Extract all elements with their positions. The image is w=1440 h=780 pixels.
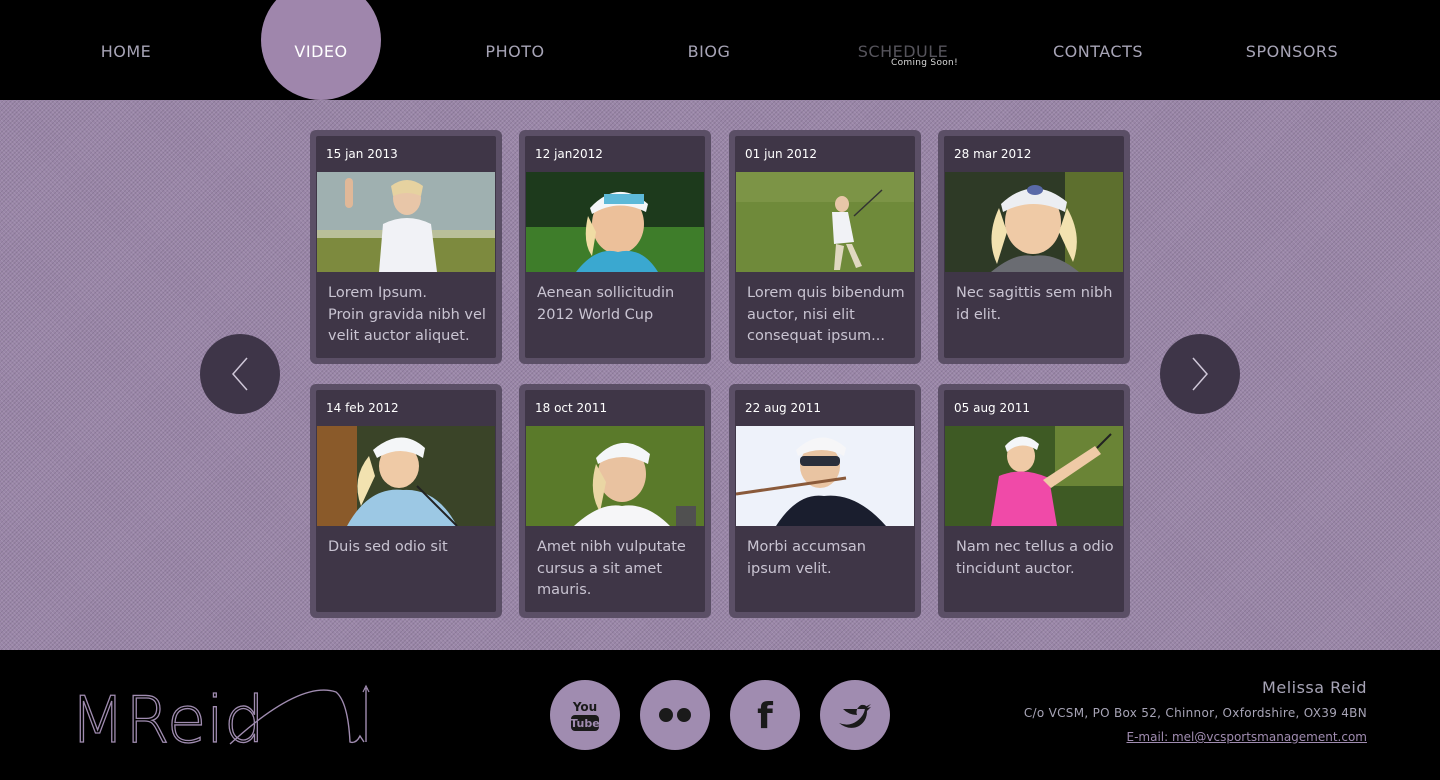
- nav-biog[interactable]: BIOG: [649, 0, 769, 100]
- video-card[interactable]: 15 jan 2013 Lorem Ipsum. Proin gravida n…: [310, 130, 502, 364]
- video-date: 15 jan 2013: [326, 147, 398, 161]
- video-date: 28 mar 2012: [954, 147, 1032, 161]
- svg-text:MReid: MReid: [70, 684, 265, 758]
- next-button[interactable]: [1160, 334, 1240, 414]
- video-card[interactable]: 05 aug 2011 Nam nec tellus a odio tincid…: [938, 384, 1130, 618]
- nav-home[interactable]: HOME: [66, 0, 186, 100]
- video-card[interactable]: 28 mar 2012 Nec sagittis sem nibh id eli…: [938, 130, 1130, 364]
- video-caption: Lorem Ipsum. Proin gravida nibh vel veli…: [328, 285, 486, 344]
- mreid-logo: MReid: [70, 683, 370, 759]
- nav-biog-label: BIOG: [687, 42, 731, 61]
- video-card-inner: 15 jan 2013 Lorem Ipsum. Proin gravida n…: [316, 136, 496, 358]
- nav-video-label: VIDEO: [294, 42, 348, 61]
- video-card[interactable]: 14 feb 2012 Duis sed odio sit: [310, 384, 502, 618]
- video-date: 05 aug 2011: [954, 401, 1031, 415]
- video-card-inner: 22 aug 2011 Morbi accumsan ipsum velit.: [735, 390, 915, 612]
- nav-contacts[interactable]: CONTACTS: [1038, 0, 1158, 100]
- video-card[interactable]: 22 aug 2011 Morbi accumsan ipsum velit.: [729, 384, 921, 618]
- video-date: 14 feb 2012: [326, 401, 399, 415]
- video-caption: Aenean sollicitudin 2012 World Cup: [537, 285, 675, 323]
- footer: MReid You Tube f Melissa Reid C/o VCSM, …: [0, 650, 1440, 780]
- nav-photo[interactable]: PHOTO: [455, 0, 575, 100]
- video-caption: Nec sagittis sem nibh id elit.: [956, 285, 1113, 323]
- video-caption: Morbi accumsan ipsum velit.: [747, 539, 866, 577]
- video-card[interactable]: 01 jun 2012 Lorem quis bibendum auctor, …: [729, 130, 921, 364]
- contact-address: C/o VCSM, PO Box 52, Chinnor, Oxfordshir…: [1023, 706, 1367, 720]
- facebook-button[interactable]: f: [730, 680, 800, 750]
- video-thumbnail: [945, 172, 1123, 272]
- svg-text:f: f: [757, 697, 773, 733]
- video-thumbnail: [736, 426, 914, 526]
- flickr-button[interactable]: [640, 680, 710, 750]
- youtube-button[interactable]: You Tube: [550, 680, 620, 750]
- video-caption: Nam nec tellus a odio tincidunt auctor.: [956, 539, 1114, 577]
- video-caption: Lorem quis bibendum auctor, nisi elit co…: [747, 285, 905, 344]
- video-thumbnail: [317, 426, 495, 526]
- nav-video[interactable]: VIDEO: [261, 0, 381, 100]
- svg-text:You: You: [572, 700, 597, 714]
- coming-soon-label: Coming Soon!: [891, 58, 958, 68]
- contact-email-link[interactable]: E-mail: mel@vcsportsmanagement.com: [1126, 730, 1367, 744]
- nav-sponsors-label: SPONSORS: [1245, 42, 1339, 61]
- video-card[interactable]: 12 jan2012 Aenean sollicitudin 2012 Worl…: [519, 130, 711, 364]
- video-thumbnail: [736, 172, 914, 272]
- video-card[interactable]: 18 oct 2011 Amet nibh vulputate cursus a…: [519, 384, 711, 618]
- video-date: 18 oct 2011: [535, 401, 608, 415]
- twitter-icon: [839, 704, 871, 728]
- video-gallery: 15 jan 2013 Lorem Ipsum. Proin gravida n…: [0, 100, 1440, 650]
- video-thumbnail: [526, 172, 704, 272]
- video-caption: Amet nibh vulputate cursus a sit amet ma…: [537, 539, 686, 598]
- video-card-inner: 01 jun 2012 Lorem quis bibendum auctor, …: [735, 136, 915, 358]
- nav-schedule[interactable]: SCHEDULE Coming Soon!: [843, 0, 963, 100]
- nav-sponsors[interactable]: SPONSORS: [1232, 0, 1352, 100]
- video-card-inner: 05 aug 2011 Nam nec tellus a odio tincid…: [944, 390, 1124, 612]
- nav-contacts-label: CONTACTS: [1052, 42, 1144, 61]
- twitter-button[interactable]: [820, 680, 890, 750]
- chevron-right-icon: [1192, 357, 1208, 391]
- video-date: 01 jun 2012: [745, 147, 817, 161]
- facebook-icon: f: [757, 697, 773, 733]
- nav-photo-label: PHOTO: [485, 42, 545, 61]
- flickr-icon: [659, 708, 691, 722]
- youtube-icon: You Tube: [570, 700, 600, 731]
- contact-name: Melissa Reid: [1262, 678, 1367, 697]
- main-nav: HOME VIDEO PHOTO BIOG SCHEDULE Coming So…: [0, 0, 1440, 100]
- video-thumbnail: [526, 426, 704, 526]
- prev-button[interactable]: [200, 334, 280, 414]
- video-date: 22 aug 2011: [745, 401, 822, 415]
- video-caption: Duis sed odio sit: [328, 539, 448, 555]
- video-card-inner: 28 mar 2012 Nec sagittis sem nibh id eli…: [944, 136, 1124, 358]
- video-card-inner: 18 oct 2011 Amet nibh vulputate cursus a…: [525, 390, 705, 612]
- chevron-left-icon: [232, 357, 248, 391]
- video-date: 12 jan2012: [535, 147, 603, 161]
- video-card-inner: 14 feb 2012 Duis sed odio sit: [316, 390, 496, 612]
- nav-home-label: HOME: [100, 42, 152, 61]
- video-thumbnail: [317, 172, 495, 272]
- contact-info: Melissa Reid C/o VCSM, PO Box 52, Chinno…: [1024, 678, 1367, 745]
- video-thumbnail: [945, 426, 1123, 526]
- video-card-inner: 12 jan2012 Aenean sollicitudin 2012 Worl…: [525, 136, 705, 358]
- svg-text:Tube: Tube: [570, 717, 599, 730]
